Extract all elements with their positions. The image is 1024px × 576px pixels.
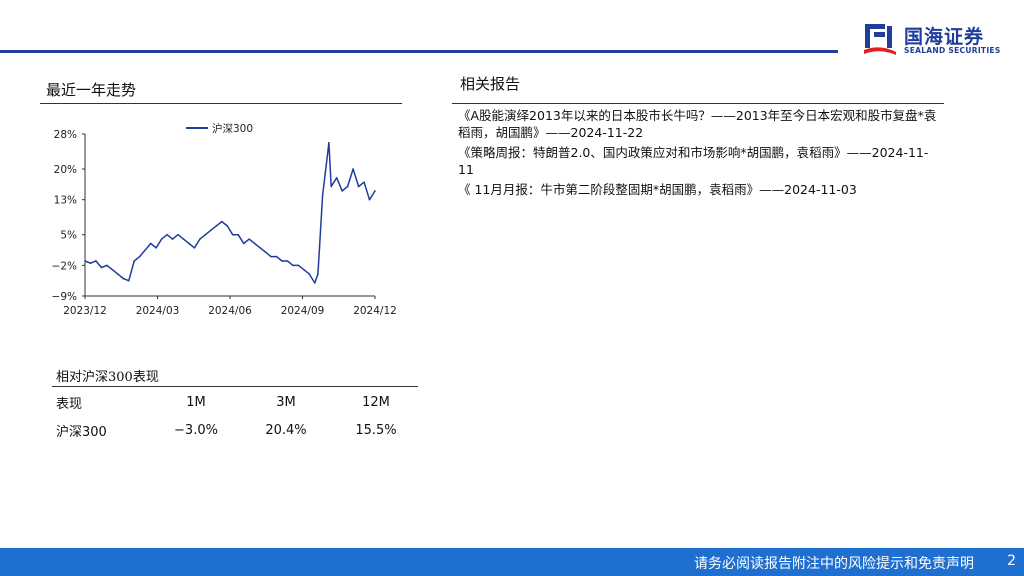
- performance-title-rule: [52, 386, 418, 387]
- data-point: [248, 238, 250, 240]
- footer-bar: 请务必阅读报告附注中的风险提示和免责声明 2: [0, 548, 1024, 576]
- performance-header-cell: 12M: [362, 394, 390, 410]
- data-point: [303, 268, 305, 271]
- data-point: [346, 185, 349, 188]
- performance-cell: 沪深300: [56, 424, 107, 440]
- data-point: [317, 273, 319, 275]
- data-point: [122, 277, 125, 280]
- series-line-hs300: [84, 142, 376, 284]
- data-point: [357, 185, 360, 188]
- data-point: [210, 229, 212, 232]
- data-point: [341, 190, 343, 192]
- data-point: [363, 181, 365, 183]
- data-point: [204, 233, 207, 236]
- data-point: [237, 233, 240, 236]
- company-logo: 国海证券 SEALAND SECURITIES: [862, 20, 1012, 60]
- trend-chart: 28% 20% 13% 5% −2% −9% 2023/12 2024/03 2024/06 20…: [52, 122, 397, 317]
- performance-cell: 15.5%: [355, 422, 397, 438]
- data-point: [335, 176, 338, 179]
- trend-title: 最近一年走势: [46, 81, 137, 99]
- logo-mark-icon: [864, 24, 896, 55]
- data-point: [188, 242, 190, 245]
- data-point: [352, 168, 354, 170]
- disclaimer-text: 请务必阅读报告附注中的风险提示和免责声明: [694, 556, 974, 572]
- data-point: [270, 255, 272, 258]
- related-title-rule: [452, 103, 944, 104]
- data-point: [95, 260, 97, 262]
- data-point: [215, 225, 218, 227]
- data-point: [242, 242, 245, 245]
- x-tick-label: 2023/12: [63, 305, 107, 317]
- data-point: [318, 247, 321, 249]
- performance-header-row: 表现 1M 3M 12M: [52, 388, 421, 416]
- data-point: [149, 242, 152, 245]
- performance-table: 表现 1M 3M 12M 沪深300 −3.0% 20.4% 15.5%: [52, 388, 421, 444]
- data-point: [127, 279, 130, 282]
- data-point: [275, 255, 278, 258]
- x-tick-label: 2024/12: [353, 305, 397, 317]
- data-point: [286, 260, 289, 262]
- y-tick-label: −2%: [52, 260, 77, 272]
- data-point: [226, 225, 229, 227]
- logo-name-en: SEALAND SECURITIES: [904, 46, 1001, 55]
- data-point: [182, 238, 185, 240]
- x-tick-label: 2024/09: [281, 305, 325, 317]
- data-point: [231, 233, 234, 236]
- y-tick-label: 28%: [54, 129, 77, 141]
- data-point: [155, 247, 157, 249]
- data-point: [297, 264, 300, 267]
- y-tick-label: 20%: [54, 164, 77, 176]
- data-point: [308, 273, 311, 275]
- related-reports-list: 《A股能演绎2013年以来的日本股市长牛吗？——2013年至今日本宏观和股市复盘…: [458, 108, 938, 203]
- data-point: [106, 264, 108, 267]
- performance-header-cell: 表现: [56, 396, 83, 412]
- data-point: [281, 260, 283, 262]
- data-point: [171, 238, 174, 240]
- data-point: [100, 266, 103, 269]
- header-rule: [0, 50, 838, 53]
- data-point: [177, 233, 179, 236]
- data-point: [374, 190, 376, 192]
- data-point: [330, 185, 333, 188]
- data-point: [138, 255, 141, 258]
- x-tick-label: 2024/06: [208, 305, 252, 317]
- related-report-link[interactable]: 《 11月月报：牛市第二阶段整固期*胡国鹏，袁稻雨》——2024-11-03: [458, 182, 938, 199]
- logo-name-cn: 国海证券: [904, 26, 985, 48]
- related-report-link[interactable]: 《A股能演绎2013年以来的日本股市长牛吗？——2013年至今日本宏观和股市复盘…: [458, 108, 938, 141]
- related-reports-title: 相关报告: [460, 75, 521, 93]
- performance-title: 相对沪深300表现: [56, 370, 159, 385]
- performance-row: 沪深300 −3.0% 20.4% 15.5%: [52, 416, 421, 444]
- data-point: [220, 220, 223, 223]
- legend-label: 沪深300: [212, 122, 253, 135]
- performance-cell: 20.4%: [265, 422, 307, 438]
- data-point: [328, 141, 330, 144]
- data-point: [253, 242, 256, 245]
- performance-cell: −3.0%: [174, 422, 218, 438]
- y-tick-label: −9%: [52, 291, 77, 303]
- data-point: [321, 194, 324, 197]
- data-point: [259, 247, 261, 249]
- data-point: [292, 264, 294, 267]
- data-point: [264, 251, 267, 254]
- data-point: [193, 247, 196, 249]
- y-tick-label: 5%: [60, 230, 77, 242]
- x-tick-label: 2024/03: [136, 305, 180, 317]
- performance-header-cell: 3M: [276, 394, 296, 410]
- trend-title-rule: [40, 103, 402, 104]
- performance-header-cell: 1M: [186, 394, 206, 410]
- page-number: 2: [1007, 553, 1016, 569]
- data-point: [89, 262, 92, 264]
- data-point: [160, 238, 163, 240]
- y-tick-label: 13%: [54, 195, 77, 207]
- data-point: [133, 260, 136, 262]
- data-point: [314, 282, 316, 284]
- data-point: [199, 238, 201, 240]
- data-point: [111, 268, 114, 271]
- data-point: [117, 273, 119, 275]
- data-point: [166, 233, 168, 236]
- data-point: [368, 198, 371, 201]
- related-report-link[interactable]: 《策略周报：特朗普2.0、国内政策应对和市场影响*胡国鹏，袁稻雨》——2024-…: [458, 145, 938, 178]
- data-point: [84, 260, 86, 262]
